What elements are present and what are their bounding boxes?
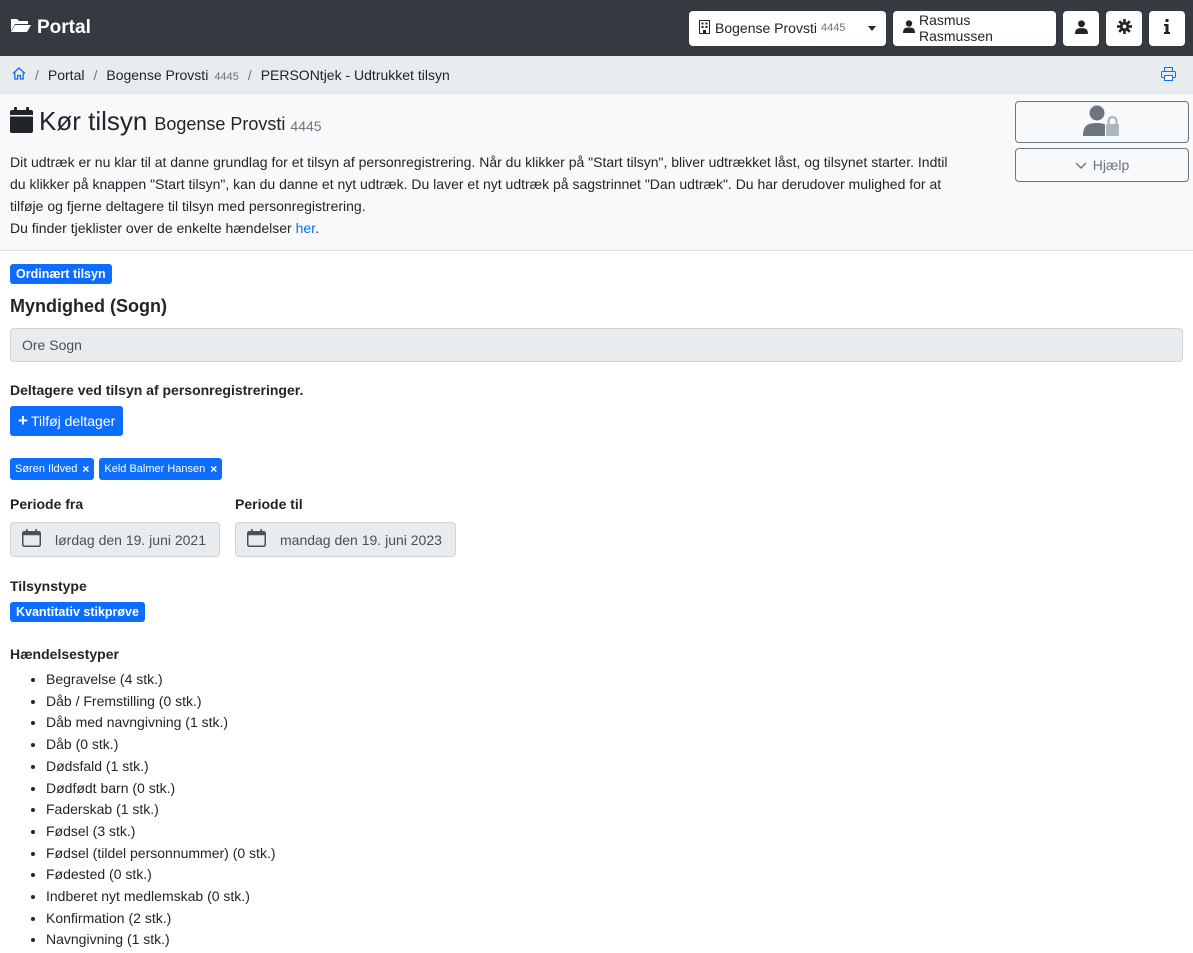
- list-item: Begravelse (4 stk.): [46, 669, 1183, 691]
- caret-down-icon: [868, 25, 876, 31]
- print-icon[interactable]: [1161, 67, 1176, 84]
- list-item: Dåb med navngivning (1 stk.): [46, 712, 1183, 734]
- page-title-org-number: 4445: [290, 117, 322, 134]
- intro-line: Dit udtræk er nu klar til at danne grund…: [10, 154, 948, 170]
- org-select-number: 4445: [820, 22, 846, 34]
- home-icon[interactable]: [12, 66, 26, 83]
- period-to-field: mandag den 19. juni 2023: [235, 522, 456, 557]
- user-icon: [903, 20, 915, 36]
- intro-line: tilføje og fjerne deltagere til tilsyn m…: [10, 198, 366, 214]
- checklist-link[interactable]: her: [296, 220, 315, 236]
- list-item: Fødsel (3 stk.): [46, 821, 1183, 843]
- list-item: Faderskab (1 stk.): [46, 799, 1183, 821]
- locked-user-button[interactable]: [1015, 101, 1189, 143]
- user-lock-icon: [1083, 105, 1121, 140]
- breadcrumb-separator: /: [93, 66, 98, 83]
- breadcrumb-separator: /: [247, 66, 252, 83]
- breadcrumb: / Portal / Bogense Provsti 4445 / PERSONt…: [0, 56, 1193, 94]
- period-to-value: mandag den 19. juni 2023: [280, 531, 442, 548]
- calendar-icon: [22, 529, 55, 550]
- settings-button[interactable]: [1106, 10, 1142, 46]
- page-header: Kør tilsyn Bogense Provsti 4445 Dit udtr…: [0, 94, 1193, 251]
- info-icon: [1164, 19, 1170, 37]
- period-from: Periode fra lørdag den 19. juni 2021: [10, 496, 220, 557]
- list-item: Dåb / Fremstilling (0 stk.): [46, 691, 1183, 713]
- breadcrumb-separator: /: [35, 66, 39, 83]
- participant-chip: Keld Balmer Hansen ×: [99, 458, 223, 480]
- intro-line: Du finder tjeklister over de enkelte hæn…: [10, 217, 1000, 239]
- intro-last-suffix: .: [315, 220, 319, 236]
- period-to-label: Periode til: [235, 496, 303, 512]
- intro-text: Dit udtræk er nu klar til at danne grund…: [10, 151, 1000, 239]
- profile-button[interactable]: [1063, 10, 1099, 46]
- breadcrumb-item-provsti[interactable]: Bogense Provsti 4445: [106, 67, 238, 83]
- period-from-field: lørdag den 19. juni 2021: [10, 522, 220, 557]
- participant-list: Søren Ildved × Keld Balmer Hansen ×: [10, 458, 1183, 480]
- page-title-org: Bogense Provsti: [154, 114, 286, 134]
- participants-label: Deltagere ved tilsyn af personregistreri…: [10, 382, 304, 398]
- add-participant-button[interactable]: + Tilføj deltager: [10, 406, 124, 436]
- participant-name: Keld Balmer Hansen: [104, 463, 206, 475]
- authority-heading: Myndighed (Sogn): [10, 296, 167, 316]
- main-content: Ordinært tilsyn Myndighed (Sogn) Ore Sog…: [0, 251, 1193, 951]
- period-from-label: Periode fra: [10, 496, 84, 512]
- calendar-icon: [10, 107, 33, 136]
- period-row: Periode fra lørdag den 19. juni 2021 Per…: [10, 496, 1183, 557]
- participant-name: Søren Ildved: [15, 463, 78, 475]
- participant-chip: Søren Ildved ×: [10, 458, 95, 480]
- top-navbar: Portal Bogense Provsti 4445 Rasmus Rasmu…: [0, 0, 1193, 56]
- folder-open-icon: [10, 17, 37, 39]
- list-item: Navngivning (1 stk.): [46, 929, 1183, 951]
- breadcrumb-item-portal[interactable]: Portal: [48, 67, 85, 83]
- brand-link[interactable]: Portal: [10, 17, 91, 39]
- breadcrumb-item-provsti-number: 4445: [214, 70, 239, 83]
- intro-line: du klikker på knappen "Start tilsyn", ka…: [10, 176, 942, 192]
- org-select[interactable]: Bogense Provsti 4445: [689, 10, 886, 46]
- authority-field: Ore Sogn: [10, 328, 1183, 362]
- remove-participant-icon[interactable]: ×: [210, 462, 217, 476]
- list-item: Dåb (0 stk.): [46, 734, 1183, 756]
- list-item: Konfirmation (2 stk.): [46, 908, 1183, 930]
- intro-last-prefix: Du finder tjeklister over de enkelte hæn…: [10, 220, 296, 236]
- breadcrumb-item-provsti-label: Bogense Provsti: [106, 66, 209, 83]
- help-toggle-button[interactable]: Hjælp: [1015, 148, 1189, 182]
- page-title-text: Kør tilsyn: [39, 106, 148, 136]
- list-item: Fødested (0 stk.): [46, 864, 1183, 886]
- list-item: Indberet nyt medlemskab (0 stk.): [46, 886, 1183, 908]
- add-participant-label: Tilføj deltager: [30, 413, 116, 429]
- period-from-value: lørdag den 19. juni 2021: [55, 531, 206, 548]
- building-icon: [699, 19, 710, 37]
- chevron-down-icon: [1075, 157, 1093, 173]
- event-types-label: Hændelsestyper: [10, 646, 119, 662]
- list-item: Dødsfald (1 stk.): [46, 756, 1183, 778]
- help-label: Hjælp: [1092, 157, 1130, 173]
- user-icon: [1074, 19, 1088, 37]
- page-title: Kør tilsyn Bogense Provsti 4445: [10, 106, 1183, 137]
- inspection-type-label: Tilsynstype: [10, 578, 87, 594]
- remove-participant-icon[interactable]: ×: [82, 462, 89, 476]
- calendar-icon: [247, 529, 280, 550]
- org-select-label: Bogense Provsti: [715, 20, 817, 36]
- breadcrumb-item-current: PERSONtjek - Udtrukket tilsyn: [260, 66, 450, 83]
- gear-icon: [1116, 19, 1132, 37]
- plus-icon: +: [18, 411, 28, 430]
- inspection-kind-badge: Ordinært tilsyn: [10, 264, 112, 284]
- list-item: Dødfødt barn (0 stk.): [46, 778, 1183, 800]
- period-to: Periode til mandag den 19. juni 2023: [235, 496, 456, 557]
- current-user-name: Rasmus Rasmussen: [919, 12, 993, 44]
- event-types-list: Begravelse (4 stk.) Dåb / Fremstilling (…: [10, 669, 1183, 951]
- inspection-type-badge: Kvantitativ stikprøve: [10, 602, 145, 622]
- info-button[interactable]: [1149, 10, 1185, 46]
- current-user-button[interactable]: Rasmus Rasmussen: [893, 10, 1056, 46]
- list-item: Fødsel (tildel personnummer) (0 stk.): [46, 843, 1183, 865]
- brand-label: Portal: [37, 17, 91, 38]
